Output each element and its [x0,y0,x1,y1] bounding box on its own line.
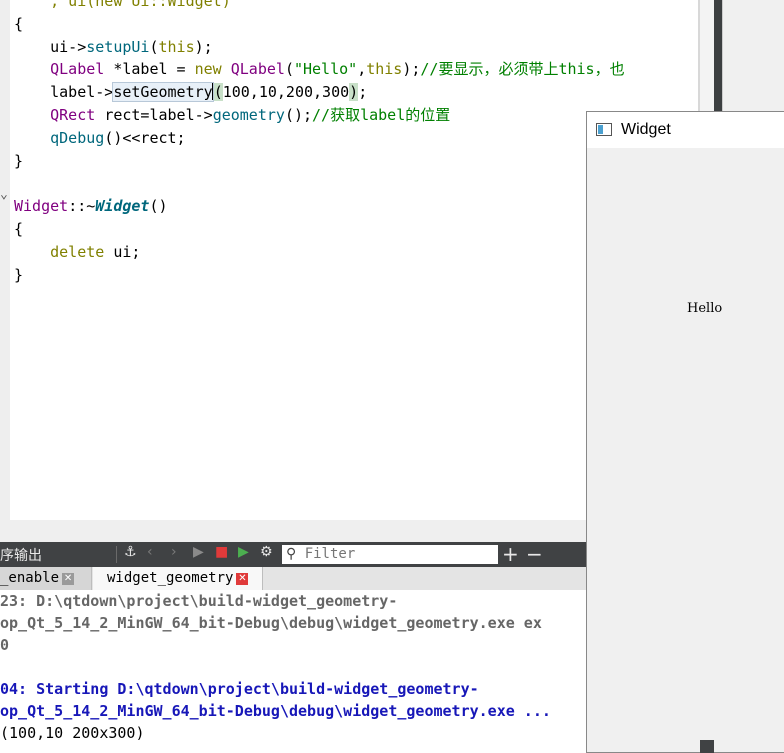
code-token: ::~ [68,197,96,216]
previous-icon[interactable]: ‹ [147,544,153,560]
tab-widget-geometry[interactable]: widget_geometry ✕ [93,567,263,590]
pane-splitter[interactable] [0,520,586,542]
filter-box[interactable]: ⚲ [282,545,498,564]
zoom-in-button[interactable]: + [502,542,519,566]
code-token: qDebug [14,128,105,147]
output-line: op_Qt_5_14_2_MinGW_64_bit-Debug\debug\wi… [0,702,551,720]
code-token: , ui(new Ui::Widget) [14,0,231,10]
application-output[interactable]: 23: D:\qtdown\project\build-widget_geome… [0,590,586,753]
code-token: (); [284,105,313,124]
editor-gutter [0,0,10,520]
code-token: ); [194,37,213,56]
code-token: } [14,265,24,284]
code-token: } [14,151,24,170]
fold-marker: ⌄ [0,187,8,202]
code-line[interactable]: label->setGeometry(100,10,200,300); [14,81,698,104]
output-line: 23: D:\qtdown\project\build-widget_geome… [0,592,398,610]
code-token: *label = [113,60,195,79]
code-token: this [366,60,403,79]
code-token: label-> [14,83,114,102]
code-token: rect=label-> [104,105,213,124]
code-token: //要显示，必须带上this，也 [420,60,625,79]
code-token: ( [284,60,294,79]
search-icon: ⚲ [286,546,297,562]
code-line[interactable]: ui->setupUi(this); [14,36,698,59]
zoom-out-button[interactable]: − [526,542,543,566]
window-titlebar[interactable]: Widget [587,112,784,148]
code-token: //获取label的位置 [312,105,451,124]
code-token: Widget [14,197,69,216]
hello-label: Hello [687,301,723,316]
widget-window[interactable]: Widget Hello [586,111,784,753]
code-line[interactable]: QLabel *label = new QLabel("Hello",this)… [14,58,698,81]
tab-label: widget_geometry [107,570,234,586]
attach-debugger-icon[interactable]: ⚓ [124,544,137,560]
code-token: ()<<rect; [104,128,186,147]
output-line: op_Qt_5_14_2_MinGW_64_bit-Debug\debug\wi… [0,614,542,632]
output-pane-title: 序输出 [0,548,42,564]
code-token: delete [14,242,114,261]
tab-enable[interactable]: _enable ✕ [0,567,92,590]
code-token: QLabel [230,60,285,79]
code-token: QLabel [14,60,114,79]
code-token: new [194,60,231,79]
next-icon[interactable]: › [171,544,177,560]
debug-run-icon[interactable]: ▶ [238,544,249,560]
filter-input[interactable] [304,546,485,562]
tab-label: _enable [0,570,60,586]
run-icon[interactable]: ▶ [193,544,204,560]
output-toolbar: 序输出 ⚓ ‹ › ▶ ■ ▶ ⚙ ⚲ + − [0,542,586,567]
close-icon[interactable]: ✕ [62,573,75,585]
code-token: ui-> [14,37,87,56]
bottom-dark-corner [700,740,714,753]
code-token: setGeometry [112,82,214,103]
output-line: (100,10 200x300) [0,724,145,742]
stop-icon[interactable]: ■ [215,544,228,560]
code-line[interactable]: , ui(new Ui::Widget) [14,0,698,13]
code-token: 100,10,200,300 [222,83,350,102]
code-token: ; [358,83,368,102]
code-token: geometry [212,105,285,124]
code-token: Widget [95,197,150,216]
code-line[interactable]: { [14,13,698,36]
output-line: 0 [0,636,10,654]
code-token: ( [149,37,159,56]
code-token: , [357,60,367,79]
code-token: { [14,14,24,33]
code-token: ui; [113,242,141,261]
close-icon[interactable]: ✕ [236,573,249,585]
window-icon [596,123,612,136]
code-token: { [14,219,24,238]
code-token: QRect [14,105,105,124]
code-token: "Hello" [293,60,358,79]
code-token: () [149,197,168,216]
toolbar-separator [116,546,117,563]
window-title: Widget [621,121,671,138]
background-window [722,0,784,112]
code-token: ) [349,83,359,102]
gear-icon[interactable]: ⚙ [260,544,273,560]
output-line: 04: Starting D:\qtdown\project\build-wid… [0,680,479,698]
code-token: ); [402,60,421,79]
code-token: this [158,37,195,56]
output-tabs: _enable ✕ widget_geometry ✕ [0,567,586,591]
code-token: ( [213,83,223,102]
code-token: setupUi [86,37,150,56]
